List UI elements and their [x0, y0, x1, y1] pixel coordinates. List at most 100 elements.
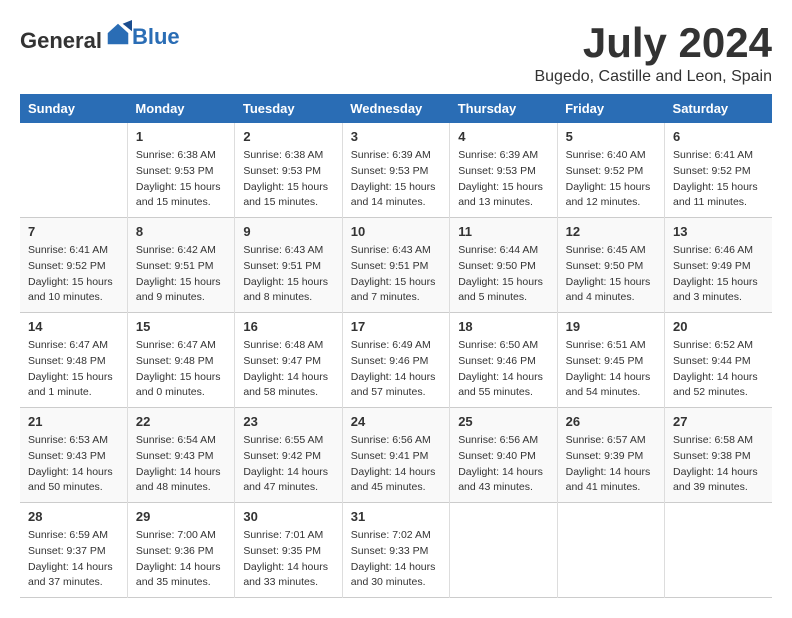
title-section: July 2024 Bugedo, Castille and Leon, Spa… [534, 20, 772, 86]
calendar-week-row: 14 Sunrise: 6:47 AM Sunset: 9:48 PM Dayli… [20, 313, 772, 408]
header-sunday: Sunday [20, 94, 127, 123]
day-number: 29 [136, 509, 226, 524]
day-number: 18 [458, 319, 548, 334]
calendar-cell: 24Sunrise: 6:56 AM Sunset: 9:41 PM Dayli… [342, 408, 449, 503]
day-info: Sunrise: 6:49 AM Sunset: 9:46 PM Dayligh… [351, 338, 441, 401]
day-info: Sunrise: 6:38 AM Sunset: 9:53 PM Dayligh… [136, 148, 226, 211]
calendar-cell: 27Sunrise: 6:58 AM Sunset: 9:38 PM Dayli… [665, 408, 772, 503]
day-number: 10 [351, 224, 441, 239]
header-tuesday: Tuesday [235, 94, 342, 123]
day-info: Sunrise: 6:52 AM Sunset: 9:44 PM Dayligh… [673, 338, 764, 401]
calendar-cell: 12Sunrise: 6:45 AM Sunset: 9:50 PM Dayli… [557, 218, 664, 313]
calendar-week-row: 7 Sunrise: 6:41 AM Sunset: 9:52 PM Daylig… [20, 218, 772, 313]
calendar-week-row: 1Sunrise: 6:38 AM Sunset: 9:53 PM Daylig… [20, 123, 772, 218]
day-info: Sunrise: 6:47 AM Sunset: 9:48 PM Dayligh… [28, 338, 119, 401]
day-number: 21 [28, 414, 119, 429]
day-number: 19 [566, 319, 656, 334]
day-info: Sunrise: 6:56 AM Sunset: 9:40 PM Dayligh… [458, 433, 548, 496]
day-info: Sunrise: 6:40 AM Sunset: 9:52 PM Dayligh… [566, 148, 656, 211]
header-saturday: Saturday [665, 94, 772, 123]
calendar-cell: 4Sunrise: 6:39 AM Sunset: 9:53 PM Daylig… [450, 123, 557, 218]
day-number: 3 [351, 129, 441, 144]
calendar-cell [665, 503, 772, 598]
calendar-table: Sunday Monday Tuesday Wednesday Thursday… [20, 94, 772, 598]
header-monday: Monday [127, 94, 234, 123]
day-info: Sunrise: 6:59 AM Sunset: 9:37 PM Dayligh… [28, 528, 119, 591]
day-info: Sunrise: 6:38 AM Sunset: 9:53 PM Dayligh… [243, 148, 333, 211]
day-number: 6 [673, 129, 764, 144]
calendar-week-row: 21 Sunrise: 6:53 AM Sunset: 9:43 PM Dayli… [20, 408, 772, 503]
day-number: 15 [136, 319, 226, 334]
day-number: 26 [566, 414, 656, 429]
day-info: Sunrise: 6:51 AM Sunset: 9:45 PM Dayligh… [566, 338, 656, 401]
day-number: 16 [243, 319, 333, 334]
month-title: July 2024 [534, 20, 772, 66]
logo-general: General [20, 28, 102, 53]
calendar-cell [450, 503, 557, 598]
calendar-cell: 17 Sunrise: 6:49 AM Sunset: 9:46 PM Dayli… [342, 313, 449, 408]
day-number: 7 [28, 224, 119, 239]
logo-blue: Blue [132, 24, 180, 49]
calendar-cell: 10 Sunrise: 6:43 AM Sunset: 9:51 PM Dayli… [342, 218, 449, 313]
header-thursday: Thursday [450, 94, 557, 123]
calendar-cell: 3 Sunrise: 6:39 AM Sunset: 9:53 PM Daylig… [342, 123, 449, 218]
day-number: 13 [673, 224, 764, 239]
day-number: 27 [673, 414, 764, 429]
day-info: Sunrise: 6:47 AM Sunset: 9:48 PM Dayligh… [136, 338, 226, 401]
day-info: Sunrise: 6:41 AM Sunset: 9:52 PM Dayligh… [673, 148, 764, 211]
weekday-header-row: Sunday Monday Tuesday Wednesday Thursday… [20, 94, 772, 123]
day-info: Sunrise: 6:50 AM Sunset: 9:46 PM Dayligh… [458, 338, 548, 401]
calendar-cell: 1Sunrise: 6:38 AM Sunset: 9:53 PM Daylig… [127, 123, 234, 218]
calendar-cell: 2Sunrise: 6:38 AM Sunset: 9:53 PM Daylig… [235, 123, 342, 218]
day-info: Sunrise: 7:01 AM Sunset: 9:35 PM Dayligh… [243, 528, 333, 591]
day-info: Sunrise: 6:56 AM Sunset: 9:41 PM Dayligh… [351, 433, 441, 496]
day-info: Sunrise: 6:41 AM Sunset: 9:52 PM Dayligh… [28, 243, 119, 306]
calendar-cell: 31 Sunrise: 7:02 AM Sunset: 9:33 PM Dayli… [342, 503, 449, 598]
calendar-cell: 16 Sunrise: 6:48 AM Sunset: 9:47 PM Dayli… [235, 313, 342, 408]
day-number: 11 [458, 224, 548, 239]
calendar-cell [557, 503, 664, 598]
calendar-cell: 30 Sunrise: 7:01 AM Sunset: 9:35 PM Dayli… [235, 503, 342, 598]
calendar-cell: 6 Sunrise: 6:41 AM Sunset: 9:52 PM Daylig… [665, 123, 772, 218]
day-info: Sunrise: 6:53 AM Sunset: 9:43 PM Dayligh… [28, 433, 119, 496]
day-info: Sunrise: 6:48 AM Sunset: 9:47 PM Dayligh… [243, 338, 333, 401]
logo: General Blue [20, 20, 180, 54]
calendar-cell: 18 Sunrise: 6:50 AM Sunset: 9:46 PM Dayli… [450, 313, 557, 408]
calendar-cell: 8Sunrise: 6:42 AM Sunset: 9:51 PM Daylig… [127, 218, 234, 313]
calendar-cell: 26 Sunrise: 6:57 AM Sunset: 9:39 PM Dayli… [557, 408, 664, 503]
day-number: 31 [351, 509, 441, 524]
calendar-cell: 19 Sunrise: 6:51 AM Sunset: 9:45 PM Dayli… [557, 313, 664, 408]
day-number: 5 [566, 129, 656, 144]
calendar-cell: 11Sunrise: 6:44 AM Sunset: 9:50 PM Dayli… [450, 218, 557, 313]
calendar-cell: 28 Sunrise: 6:59 AM Sunset: 9:37 PM Dayli… [20, 503, 127, 598]
day-info: Sunrise: 6:57 AM Sunset: 9:39 PM Dayligh… [566, 433, 656, 496]
header-wednesday: Wednesday [342, 94, 449, 123]
calendar-week-row: 28 Sunrise: 6:59 AM Sunset: 9:37 PM Dayli… [20, 503, 772, 598]
page-header: General Blue July 2024 Bugedo, Castille … [20, 20, 772, 86]
day-number: 22 [136, 414, 226, 429]
calendar-cell: 21 Sunrise: 6:53 AM Sunset: 9:43 PM Dayli… [20, 408, 127, 503]
day-number: 25 [458, 414, 548, 429]
day-number: 28 [28, 509, 119, 524]
calendar-cell: 15 Sunrise: 6:47 AM Sunset: 9:48 PM Dayli… [127, 313, 234, 408]
calendar-cell: 14 Sunrise: 6:47 AM Sunset: 9:48 PM Dayli… [20, 313, 127, 408]
day-info: Sunrise: 6:39 AM Sunset: 9:53 PM Dayligh… [351, 148, 441, 211]
day-info: Sunrise: 7:02 AM Sunset: 9:33 PM Dayligh… [351, 528, 441, 591]
calendar-cell: 5 Sunrise: 6:40 AM Sunset: 9:52 PM Daylig… [557, 123, 664, 218]
day-info: Sunrise: 6:43 AM Sunset: 9:51 PM Dayligh… [351, 243, 441, 306]
calendar-body: 1Sunrise: 6:38 AM Sunset: 9:53 PM Daylig… [20, 123, 772, 598]
day-info: Sunrise: 6:42 AM Sunset: 9:51 PM Dayligh… [136, 243, 226, 306]
day-number: 12 [566, 224, 656, 239]
header-friday: Friday [557, 94, 664, 123]
calendar-cell: 23Sunrise: 6:55 AM Sunset: 9:42 PM Dayli… [235, 408, 342, 503]
calendar-cell: 25 Sunrise: 6:56 AM Sunset: 9:40 PM Dayli… [450, 408, 557, 503]
calendar-cell: 29Sunrise: 7:00 AM Sunset: 9:36 PM Dayli… [127, 503, 234, 598]
day-number: 14 [28, 319, 119, 334]
calendar-cell: 20Sunrise: 6:52 AM Sunset: 9:44 PM Dayli… [665, 313, 772, 408]
calendar-cell: 9Sunrise: 6:43 AM Sunset: 9:51 PM Daylig… [235, 218, 342, 313]
day-info: Sunrise: 6:46 AM Sunset: 9:49 PM Dayligh… [673, 243, 764, 306]
day-info: Sunrise: 6:43 AM Sunset: 9:51 PM Dayligh… [243, 243, 333, 306]
day-number: 30 [243, 509, 333, 524]
day-number: 17 [351, 319, 441, 334]
location-title: Bugedo, Castille and Leon, Spain [534, 68, 772, 86]
